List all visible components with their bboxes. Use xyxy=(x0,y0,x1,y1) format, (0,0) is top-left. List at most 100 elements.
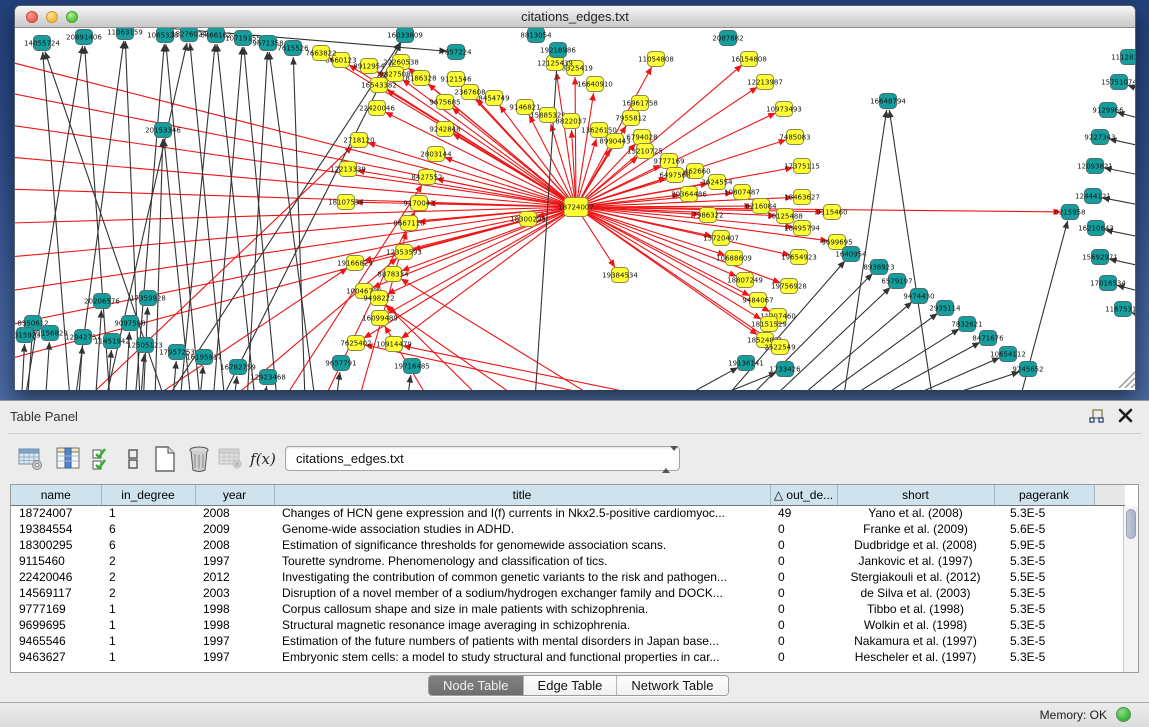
network-node[interactable]: 2718120 xyxy=(343,133,374,148)
network-node[interactable]: 19136141 xyxy=(728,356,764,371)
network-node[interactable]: 9474430 xyxy=(903,289,934,304)
table-mode-icon[interactable] xyxy=(16,443,46,475)
network-node[interactable]: 12505123 xyxy=(127,338,163,353)
network-node[interactable]: 12213987 xyxy=(747,75,783,90)
network-node[interactable]: 16154808 xyxy=(731,52,767,67)
column-header-name[interactable]: name xyxy=(11,485,101,505)
column-header-short[interactable]: short xyxy=(837,485,994,505)
network-window[interactable]: citations_edges.txt 18724007183002958660… xyxy=(14,5,1136,390)
network-node[interactable]: 19756928 xyxy=(771,279,807,294)
network-node[interactable]: 7857224 xyxy=(440,45,472,60)
function-builder-icon[interactable]: f(x) xyxy=(248,443,278,475)
network-node[interactable]: 10914479 xyxy=(376,337,412,352)
network-node[interactable]: 7832621 xyxy=(951,317,982,332)
network-node[interactable]: 11063159 xyxy=(107,28,143,40)
network-node[interactable]: 7955812 xyxy=(615,111,646,126)
network-node[interactable]: 15751074 xyxy=(1101,75,1135,90)
network-node[interactable]: 8938923 xyxy=(863,260,894,275)
network-node[interactable]: 9657791 xyxy=(325,356,356,371)
network-node[interactable]: 19166829 xyxy=(337,256,373,271)
network-node[interactable]: 8813054 xyxy=(520,28,552,43)
network-node[interactable]: 16033809 xyxy=(387,28,423,43)
network-node[interactable]: 9227343 xyxy=(1084,130,1115,145)
network-node[interactable]: 7625402 xyxy=(340,336,371,351)
network-canvas[interactable]: 1872400718300295866012389129542226053898… xyxy=(15,28,1135,390)
column-header-pagerank[interactable]: pagerank xyxy=(994,485,1094,505)
network-node[interactable]: 9245652 xyxy=(1012,362,1043,377)
network-node[interactable]: 9170043 xyxy=(403,196,434,211)
network-node[interactable]: 10688609 xyxy=(716,251,752,266)
network-node[interactable]: 11054808 xyxy=(638,52,674,67)
show-columns-icon[interactable] xyxy=(54,443,84,475)
table-scrollbar-thumb[interactable] xyxy=(1126,509,1136,539)
network-node[interactable]: 6794028 xyxy=(626,130,657,145)
network-node[interactable]: 9129966 xyxy=(1092,103,1124,118)
network-node[interactable]: 20153346 xyxy=(145,123,181,138)
network-node[interactable]: 18463627 xyxy=(784,190,820,205)
network-node[interactable]: 15720407 xyxy=(703,231,739,246)
network-node[interactable]: 2935114 xyxy=(929,301,961,316)
delete-column-icon[interactable] xyxy=(184,443,214,475)
table-selector-dropdown[interactable]: citations_edges.txt xyxy=(285,446,680,471)
table-row[interactable]: 1456911722003Disruption of a novel membe… xyxy=(11,585,1125,601)
select-columns-icon[interactable] xyxy=(88,443,118,475)
network-node[interactable]: 19716485 xyxy=(394,359,430,374)
tab-edge-table[interactable]: Edge Table xyxy=(523,676,617,695)
network-node[interactable]: 17016534 xyxy=(1090,276,1126,291)
tab-network-table[interactable]: Network Table xyxy=(616,676,727,695)
table-row[interactable]: 946362711997Embryonic stem cells: a mode… xyxy=(11,649,1125,665)
column-header-year[interactable]: year xyxy=(195,485,274,505)
close-panel-icon[interactable] xyxy=(1118,408,1133,423)
network-node[interactable]: 12923468 xyxy=(250,370,286,385)
network-node[interactable]: 16640910 xyxy=(577,77,613,92)
network-node[interactable]: 10973493 xyxy=(766,102,802,117)
table-row[interactable]: 1872400712008Changes of HCN gene express… xyxy=(11,505,1125,521)
network-node[interactable]: 19218986 xyxy=(540,43,576,58)
window-titlebar[interactable]: citations_edges.txt xyxy=(15,6,1135,28)
network-node[interactable]: 6579197 xyxy=(881,274,912,289)
network-node[interactable]: 12093821 xyxy=(1077,159,1113,174)
network-node[interactable]: 11128391 xyxy=(1111,50,1135,65)
new-column-icon[interactable] xyxy=(150,443,180,475)
table-row[interactable]: 1938455462009Genome-wide association stu… xyxy=(11,521,1125,537)
network-node[interactable]: 1733426 xyxy=(769,362,801,377)
network-node[interactable]: 18300295 xyxy=(510,212,546,227)
network-node[interactable]: 17375115 xyxy=(784,159,820,174)
tab-node-table[interactable]: Node Table xyxy=(429,676,523,695)
column-header-out-degree[interactable]: △ out_de... xyxy=(770,485,837,505)
table-row[interactable]: 911546021997Tourette syndrome. Phenomeno… xyxy=(11,553,1125,569)
network-node[interactable]: 15692971 xyxy=(1082,250,1118,265)
network-node[interactable]: 7485083 xyxy=(779,130,810,145)
network-node[interactable]: 16099489 xyxy=(362,311,398,326)
network-node[interactable]: 13210725 xyxy=(627,144,663,159)
network-node[interactable]: 16961758 xyxy=(622,96,658,111)
network-node[interactable]: 20891406 xyxy=(66,30,102,45)
table-row[interactable]: 1830029562008Estimation of significance … xyxy=(11,537,1125,553)
table-row[interactable]: 2242004622012Investigating the contribut… xyxy=(11,569,1125,585)
network-node[interactable]: 10807487 xyxy=(724,185,760,200)
network-node[interactable]: 8215958 xyxy=(1054,205,1085,220)
network-node[interactable]: 2803144 xyxy=(420,147,452,162)
network-node[interactable]: 11675319 xyxy=(1105,302,1135,317)
network-node[interactable]: 22420046 xyxy=(359,101,395,116)
network-node[interactable]: 18107534 xyxy=(328,195,364,210)
network-node[interactable]: 19384534 xyxy=(602,268,638,283)
network-node[interactable]: 16648794 xyxy=(870,94,906,109)
network-node[interactable]: 19654923 xyxy=(781,250,817,265)
network-node[interactable]: 12353593 xyxy=(386,245,422,260)
resize-grip-icon[interactable] xyxy=(1119,372,1135,388)
table-row[interactable]: 969969511998Structural magnetic resonanc… xyxy=(11,617,1125,633)
network-node[interactable]: 8667110 xyxy=(393,216,424,231)
network-node[interactable]: 9115460 xyxy=(816,205,847,220)
column-header-title[interactable]: title xyxy=(274,485,770,505)
network-node[interactable]: 14055724 xyxy=(24,36,60,51)
network-node[interactable]: 12444121 xyxy=(1075,189,1111,204)
table-row[interactable]: 946554611997Estimation of the future num… xyxy=(11,633,1125,649)
memory-status-icon[interactable] xyxy=(1116,707,1131,722)
network-node[interactable]: 16210643 xyxy=(1078,221,1114,236)
table-scrollbar[interactable] xyxy=(1123,506,1138,672)
table-row[interactable]: 977716911998Corpus callosum shape and si… xyxy=(11,601,1125,617)
network-node[interactable]: 2087682 xyxy=(712,31,743,46)
network-node[interactable]: 3624554 xyxy=(701,175,733,190)
float-panel-icon[interactable] xyxy=(1089,409,1105,424)
